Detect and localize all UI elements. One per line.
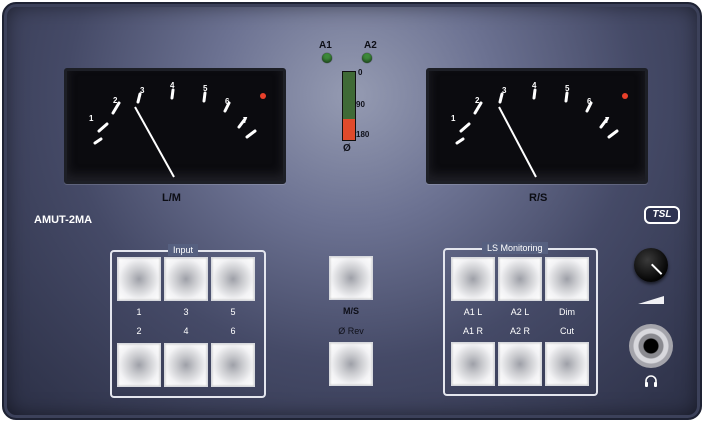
meter-right-peak-indicator (622, 93, 628, 99)
correlation-meter-red (343, 119, 355, 140)
meter-left: 1 2 3 4 5 6 7 (64, 68, 286, 184)
dim-button[interactable] (545, 257, 589, 301)
meter-left-tick-7: 7 (243, 116, 248, 125)
model-name: AMUT-2MA (34, 214, 93, 226)
volume-knob[interactable] (634, 248, 668, 282)
input-2-label: 2 (136, 326, 142, 336)
phase-reverse-button[interactable] (329, 342, 373, 386)
meter-right-tick-5: 5 (565, 84, 570, 93)
meter-right-tick-2: 2 (475, 96, 480, 105)
input-6-button[interactable] (211, 343, 255, 387)
volume-knob-pointer (651, 263, 663, 275)
meter-right-scale: 1 2 3 4 5 6 7 (451, 81, 628, 178)
ms-button[interactable] (329, 256, 373, 300)
input-3-label: 3 (183, 307, 189, 317)
a1-r-label: A1 R (462, 326, 483, 336)
meter-left-label: L/M (162, 192, 181, 204)
input-4-button[interactable] (164, 343, 208, 387)
input-group-title: Input (168, 244, 199, 256)
meter-left-tick-4: 4 (170, 81, 175, 90)
volume-ramp-icon (638, 296, 664, 304)
phase-symbol: Ø (343, 143, 351, 154)
input-1-label: 1 (136, 307, 142, 317)
meter-left-tick-6: 6 (225, 97, 230, 106)
input-5-label: 5 (230, 307, 236, 317)
input-3-button[interactable] (164, 257, 208, 301)
correlation-scale-180: 180 (356, 130, 370, 139)
a1-r-button[interactable] (451, 342, 495, 386)
indicator-a1-label: A1 (319, 40, 332, 51)
meter-left-tick-5: 5 (203, 84, 208, 93)
meter-right-tick-4: 4 (532, 81, 537, 90)
meter-right-needle (498, 106, 537, 178)
meter-right: 1 2 3 4 5 6 7 (426, 68, 648, 184)
meter-right-tick-1: 1 (451, 114, 456, 123)
tsl-logo: TSL (644, 206, 680, 224)
cut-label: Cut (559, 326, 574, 336)
a2-l-button[interactable] (498, 257, 542, 301)
a1-l-label: A1 L (463, 307, 483, 317)
input-2-button[interactable] (117, 343, 161, 387)
phase-reverse-label: Ø Rev (338, 326, 364, 336)
input-1-button[interactable] (117, 257, 161, 301)
meter-right-tick-3: 3 (502, 86, 507, 95)
correlation-meter (342, 71, 356, 141)
a1-l-button[interactable] (451, 257, 495, 301)
meter-left-tick-2: 2 (113, 96, 118, 105)
a2-r-button[interactable] (498, 342, 542, 386)
meter-right-tick-6: 6 (587, 97, 592, 106)
indicator-a2-label: A2 (364, 40, 377, 51)
meter-left-scale: 1 2 3 4 5 6 7 (89, 81, 266, 178)
a2-r-label: A2 R (509, 326, 530, 336)
meter-right-tick-7: 7 (605, 116, 610, 125)
dim-label: Dim (559, 307, 575, 317)
input-5-button[interactable] (211, 257, 255, 301)
a2-l-label: A2 L (510, 307, 530, 317)
meter-right-label: R/S (529, 192, 548, 204)
indicator-a2-led (362, 53, 372, 63)
meter-left-needle (134, 106, 175, 178)
input-6-label: 6 (230, 326, 236, 336)
meter-left-peak-indicator (260, 93, 266, 99)
headphone-jack[interactable] (629, 324, 673, 368)
indicator-a1-led (322, 53, 332, 63)
correlation-scale-90: 90 (356, 100, 365, 109)
cut-button[interactable] (545, 342, 589, 386)
audio-monitor-panel: 1 2 3 4 5 6 7 L/M 1 2 3 4 5 6 7 R/S A1 A… (2, 2, 702, 420)
meter-left-tick-1: 1 (89, 114, 94, 123)
headphones-icon (645, 375, 657, 387)
correlation-scale-0: 0 (358, 68, 363, 77)
ms-label: M/S (342, 306, 359, 316)
ls-monitoring-title: LS Monitoring (482, 242, 548, 254)
correlation-meter-green (343, 72, 355, 119)
input-4-label: 4 (183, 326, 189, 336)
meter-left-tick-3: 3 (140, 86, 145, 95)
